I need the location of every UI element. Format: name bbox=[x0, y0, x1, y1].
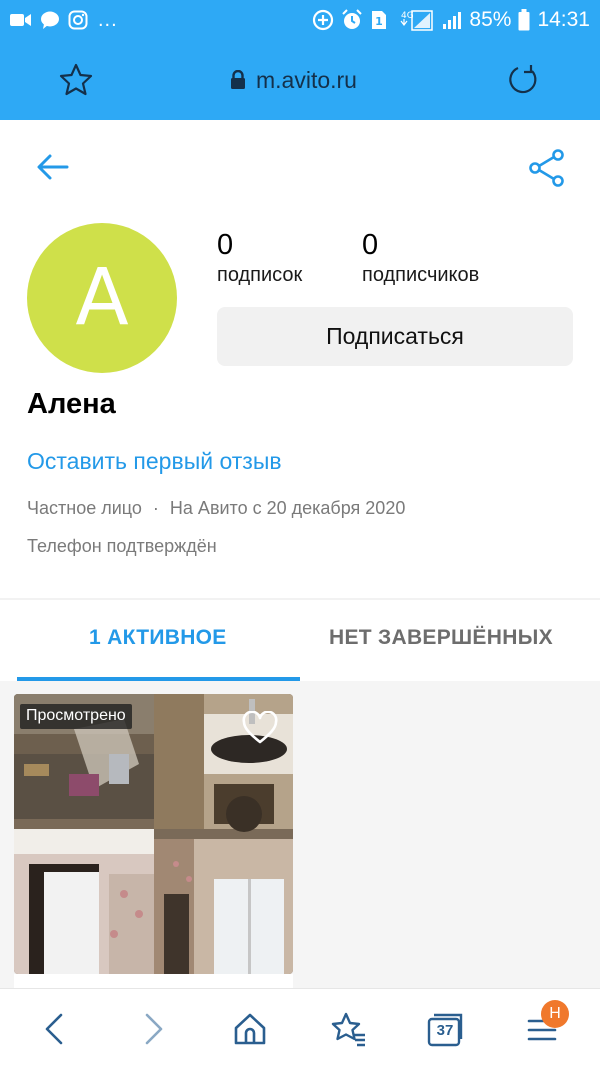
subscriptions-stat[interactable]: 0 подписок bbox=[217, 228, 302, 288]
signal-strength-icon bbox=[443, 12, 462, 29]
home-icon[interactable] bbox=[230, 1009, 270, 1049]
seller-type: Частное лицо bbox=[27, 498, 142, 518]
lock-icon bbox=[231, 70, 245, 89]
seller-meta: Частное лицо · На Авито с 20 декабря 202… bbox=[27, 498, 405, 519]
subscribers-count: 0 bbox=[362, 229, 379, 261]
battery-percent: 85% bbox=[469, 8, 512, 31]
subscribe-button[interactable]: Подписаться bbox=[217, 307, 573, 366]
subscriptions-count: 0 bbox=[217, 229, 234, 261]
leave-review-link[interactable]: Оставить первый отзыв bbox=[27, 448, 282, 475]
listing-card[interactable]: Просмотрено bbox=[14, 694, 293, 974]
back-arrow-icon[interactable] bbox=[34, 148, 72, 186]
status-bar-left: ... bbox=[10, 6, 118, 34]
profile-name: Алена bbox=[27, 388, 116, 420]
browser-bottom-bar: 37 bbox=[0, 988, 600, 1065]
url-field[interactable]: m.avito.ru bbox=[230, 66, 357, 94]
sim-slot-number: 1 bbox=[376, 15, 384, 28]
bookmarks-icon[interactable] bbox=[328, 1009, 368, 1049]
data-saver-icon bbox=[313, 9, 334, 31]
url-text: m.avito.ru bbox=[256, 66, 357, 93]
chat-bubble-icon bbox=[41, 11, 59, 29]
status-bar-right: 1 4G 85% 14:31 bbox=[312, 6, 590, 34]
notification-badge: Н bbox=[541, 1000, 569, 1028]
phone-verified-text: Телефон подтверждён bbox=[27, 536, 217, 556]
bookmark-star-icon[interactable] bbox=[58, 62, 94, 98]
tabs-switcher-button[interactable]: 37 bbox=[425, 1009, 465, 1049]
avatar: A bbox=[27, 223, 177, 373]
sim-card-icon: 1 bbox=[372, 11, 387, 29]
nav-forward-icon[interactable] bbox=[133, 1009, 173, 1049]
share-icon[interactable] bbox=[527, 148, 567, 188]
video-camera-icon bbox=[10, 14, 31, 26]
battery-icon bbox=[518, 9, 530, 31]
reload-icon[interactable] bbox=[505, 62, 541, 98]
favorite-heart-icon[interactable] bbox=[241, 711, 279, 745]
more-notifications-text: ... bbox=[98, 8, 118, 31]
member-since: На Авито с 20 декабря 2020 bbox=[169, 498, 406, 518]
clock: 14:31 bbox=[537, 8, 590, 31]
instagram-icon bbox=[68, 10, 88, 30]
alarm-icon bbox=[342, 9, 363, 29]
open-tabs-count: 37 bbox=[436, 1022, 454, 1039]
status-bar: ... 1 4G 85% 14:31 bbox=[0, 0, 600, 40]
divider bbox=[0, 598, 600, 600]
subscribers-stat[interactable]: 0 подписчиков bbox=[362, 228, 479, 288]
subscribers-label: подписчиков bbox=[362, 264, 480, 286]
network-4g-icon: 4G bbox=[400, 10, 434, 31]
meta-separator: · bbox=[152, 498, 159, 518]
subscriptions-label: подписок bbox=[217, 264, 303, 286]
nav-back-icon[interactable] bbox=[35, 1009, 75, 1049]
avatar-letter: A bbox=[75, 253, 129, 343]
browser-address-bar: m.avito.ru bbox=[0, 40, 600, 120]
tab-completed-listings[interactable]: НЕТ ЗАВЕРШЁННЫХ bbox=[329, 626, 553, 650]
viewed-badge: Просмотрено bbox=[20, 704, 132, 729]
tab-active-listings[interactable]: 1 АКТИВНОЕ bbox=[89, 626, 227, 650]
